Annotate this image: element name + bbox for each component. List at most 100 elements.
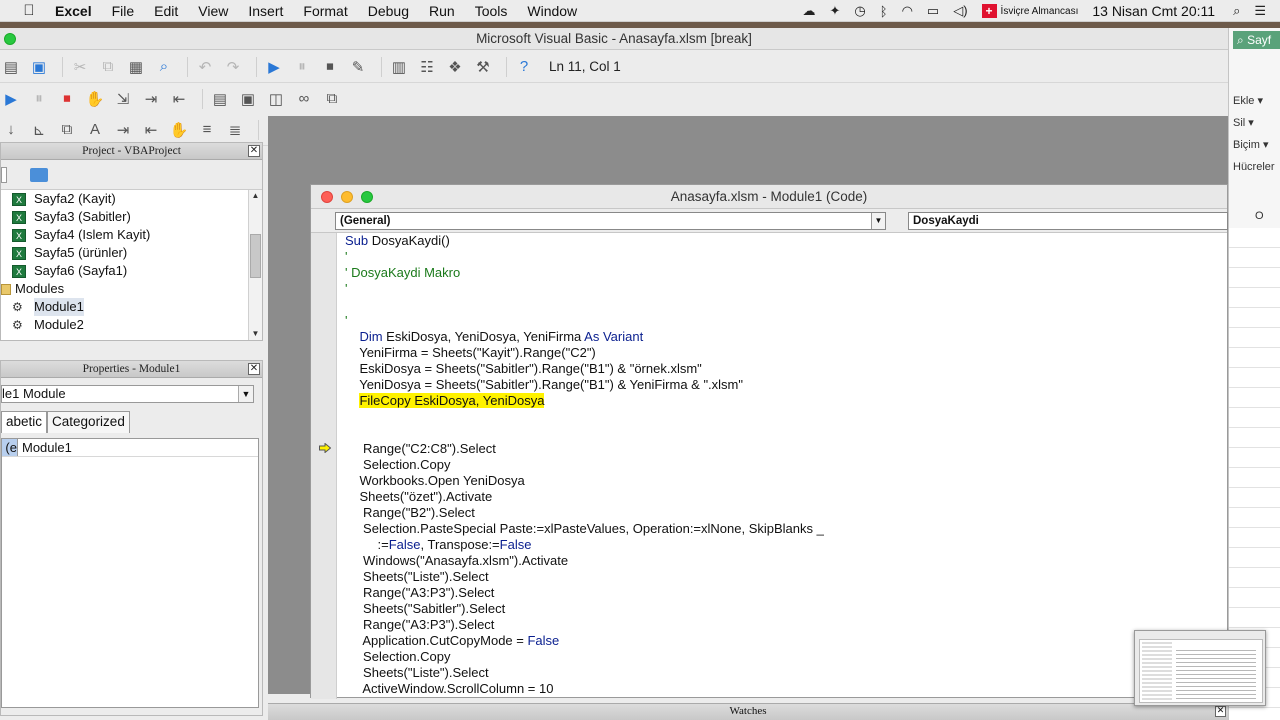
- close-icon[interactable]: ✕: [248, 145, 260, 157]
- clock[interactable]: 13 Nisan Cmt 20:11: [1092, 3, 1215, 19]
- object-select[interactable]: le1 Module ▼: [1, 385, 254, 403]
- code-line[interactable]: Range("A3:P3").Select: [345, 617, 1227, 633]
- code-line[interactable]: ' DosyaKaydi Makro: [345, 265, 1227, 281]
- copy-icon[interactable]: ⧉: [97, 56, 119, 78]
- stop-icon[interactable]: ⏹: [56, 88, 78, 110]
- step-over-icon[interactable]: ⇥: [140, 88, 162, 110]
- menu-edit[interactable]: Edit: [154, 3, 178, 19]
- airplay-icon[interactable]: ▭: [927, 3, 939, 19]
- code-editor[interactable]: Sub DosyaKaydi() ' ' DosyaKaydi Makro ' ' Di…: [311, 233, 1227, 699]
- scroll-thumb[interactable]: [250, 234, 261, 278]
- hand-icon[interactable]: ✋: [84, 88, 106, 110]
- step-out-icon[interactable]: ⇤: [168, 88, 190, 110]
- uncomment-block-icon[interactable]: ≣: [224, 119, 246, 141]
- code-line[interactable]: ': [345, 313, 1227, 329]
- close-icon[interactable]: ✕: [248, 363, 260, 375]
- menu-tools[interactable]: Tools: [475, 3, 508, 19]
- redo-icon[interactable]: ↷: [222, 56, 244, 78]
- scroll-down-icon[interactable]: ▼: [249, 328, 262, 340]
- code-line[interactable]: Sheets("özet").Activate: [345, 489, 1227, 505]
- code-line[interactable]: Range("A3:P3").Select: [345, 585, 1227, 601]
- code-line[interactable]: ': [345, 281, 1227, 297]
- menu-window[interactable]: Window: [527, 3, 577, 19]
- comment-block-icon[interactable]: ≡: [196, 119, 218, 141]
- toolbox-icon[interactable]: ⚒: [472, 56, 494, 78]
- code-lines[interactable]: Sub DosyaKaydi() ' ' DosyaKaydi Makro ' ' Di…: [345, 233, 1227, 697]
- menu-view[interactable]: View: [198, 3, 228, 19]
- project-explorer-icon[interactable]: ▥: [388, 56, 410, 78]
- code-line[interactable]: Workbooks.Open YeniDosya: [345, 473, 1227, 489]
- zoom-button[interactable]: [361, 191, 373, 203]
- code-line[interactable]: Selection.Copy: [345, 457, 1227, 473]
- immediate-window-icon[interactable]: ▣: [237, 88, 259, 110]
- menu-format[interactable]: Format: [303, 3, 347, 19]
- locals-window-icon[interactable]: ▤: [209, 88, 231, 110]
- run-icon[interactable]: ▶: [263, 56, 285, 78]
- code-line[interactable]: YeniFirma = Sheets("Kayit").Range("C2"): [345, 345, 1227, 361]
- excel-format-button[interactable]: Biçim ▾: [1233, 138, 1268, 151]
- bluetooth-icon[interactable]: ᛒ: [880, 4, 888, 19]
- object-browser-icon[interactable]: ❖: [444, 56, 466, 78]
- code-line[interactable]: ': [345, 249, 1227, 265]
- step-into-icon[interactable]: ⇲: [112, 88, 134, 110]
- code-line[interactable]: Sheets("Sabitler").Select: [345, 601, 1227, 617]
- code-line[interactable]: [345, 297, 1227, 313]
- properties-window-icon[interactable]: ☷: [416, 56, 438, 78]
- call-stack-icon[interactable]: ⧉: [321, 88, 343, 110]
- excel-column-header[interactable]: O: [1255, 210, 1264, 222]
- menu-insert[interactable]: Insert: [248, 3, 283, 19]
- tree-item-sayfa4[interactable]: X Sayfa4 (Islem Kayit): [1, 226, 262, 244]
- time-machine-icon[interactable]: ◷: [854, 3, 865, 19]
- view-excel-icon[interactable]: ▤: [0, 56, 22, 78]
- window-thumbnail[interactable]: [1134, 630, 1266, 706]
- code-line[interactable]: :=False, Transpose:=False: [345, 537, 1227, 553]
- find-icon[interactable]: ⌕: [153, 56, 175, 78]
- code-line[interactable]: Selection.PasteSpecial Paste:=xlPasteVal…: [345, 521, 1227, 537]
- list-constants-icon[interactable]: ⊾: [28, 119, 50, 141]
- help-icon[interactable]: ?: [513, 56, 535, 78]
- code-line[interactable]: Sheets("Liste").Select: [345, 569, 1227, 585]
- tree-item-sayfa5[interactable]: X Sayfa5 (ürünler): [1, 244, 262, 262]
- zoom-button[interactable]: [4, 33, 16, 45]
- save-icon[interactable]: ▣: [28, 56, 50, 78]
- list-properties-icon[interactable]: ↓: [0, 119, 22, 141]
- code-line[interactable]: Range("B2").Select: [345, 505, 1227, 521]
- cloud-icon[interactable]: ☁: [803, 3, 816, 19]
- code-margin[interactable]: [311, 233, 337, 699]
- property-row[interactable]: e) Module1: [2, 439, 258, 457]
- toggle-folders-icon[interactable]: [30, 167, 48, 182]
- minimize-button[interactable]: [341, 191, 353, 203]
- continue-icon[interactable]: ▶: [0, 88, 22, 110]
- code-line[interactable]: EskiDosya = Sheets("Sabitler").Range("B1…: [345, 361, 1227, 377]
- pause-icon[interactable]: ⏸: [28, 88, 50, 110]
- tab-categorized[interactable]: Categorized: [47, 411, 130, 433]
- code-line[interactable]: Application.CutCopyMode = False: [345, 633, 1227, 649]
- menu-debug[interactable]: Debug: [368, 3, 409, 19]
- undo-icon[interactable]: ↶: [194, 56, 216, 78]
- quick-watch-icon[interactable]: ∞: [293, 88, 315, 110]
- view-object-icon[interactable]: [1, 166, 7, 183]
- code-line[interactable]: Windows("Anasayfa.xlsm").Activate: [345, 553, 1227, 569]
- excel-search-field[interactable]: ⌕ Sayf: [1233, 31, 1280, 49]
- scroll-up-icon[interactable]: ▲: [249, 190, 262, 202]
- tools-icon[interactable]: ✦: [830, 3, 841, 19]
- excel-delete-button[interactable]: Sil ▾: [1233, 116, 1254, 129]
- tree-scrollbar[interactable]: ▲ ▼: [248, 190, 262, 340]
- keyboard-layout[interactable]: + İsviçre Almancası: [981, 4, 1078, 18]
- apple-menu-icon[interactable]: : [19, 2, 39, 19]
- wifi-icon[interactable]: ◠: [902, 3, 913, 19]
- spotlight-icon[interactable]: ⌕: [1233, 3, 1240, 19]
- close-icon[interactable]: ✕: [1215, 706, 1226, 717]
- code-line[interactable]: [345, 425, 1227, 441]
- property-value[interactable]: Module1: [18, 439, 72, 456]
- tree-item-sayfa6[interactable]: X Sayfa6 (Sayfa1): [1, 262, 262, 280]
- menu-app-name[interactable]: Excel: [55, 3, 92, 19]
- tree-item-sayfa3[interactable]: X Sayfa3 (Sabitler): [1, 208, 262, 226]
- code-line[interactable]: FileCopy EskiDosya, YeniDosya: [345, 393, 1227, 409]
- watch-window-icon[interactable]: ◫: [265, 88, 287, 110]
- procedure-dropdown[interactable]: DosyaKaydi: [908, 212, 1228, 230]
- code-line[interactable]: Range("C2:C8").Select: [345, 441, 1227, 457]
- toggle-breakpoint-icon[interactable]: ✋: [168, 119, 190, 141]
- paste-icon[interactable]: ▦: [125, 56, 147, 78]
- tree-item-sayfa2[interactable]: X Sayfa2 (Kayit): [1, 190, 262, 208]
